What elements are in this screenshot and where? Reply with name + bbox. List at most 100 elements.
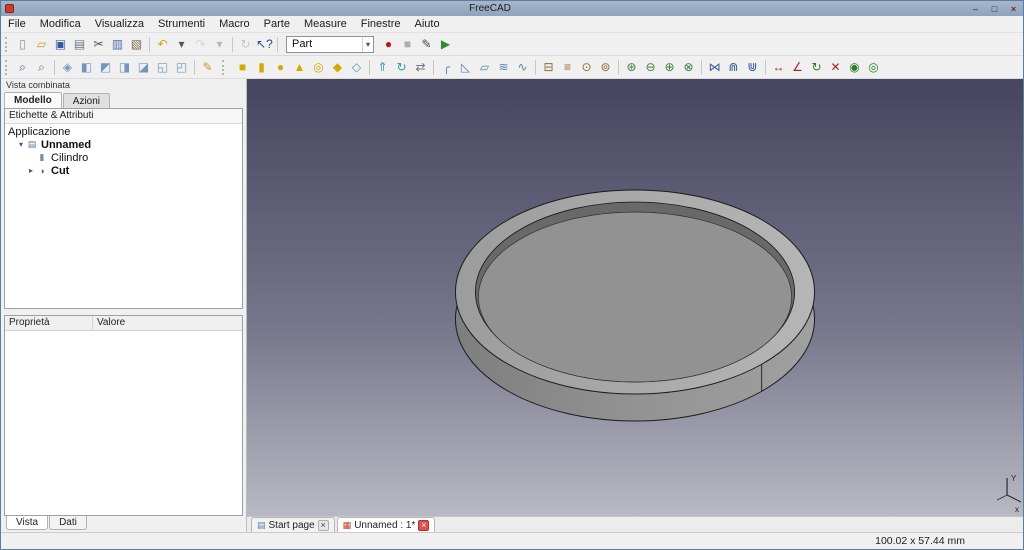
appearance-icon[interactable]: ✎	[198, 58, 217, 77]
menu-item-aiuto[interactable]: Aiuto	[408, 16, 447, 32]
3d-viewport[interactable]: Y x	[247, 79, 1023, 516]
measure-refresh-icon[interactable]: ↻	[807, 58, 826, 77]
tab-dati[interactable]: Dati	[49, 516, 87, 530]
chamfer-icon[interactable]: ◺	[456, 58, 475, 77]
measure-linear-icon[interactable]: ↔	[769, 58, 788, 77]
boolean-icon[interactable]: ⊛	[622, 58, 641, 77]
tree-item-cut[interactable]: ▸ ◑ Cut	[5, 164, 242, 177]
whats-this-icon[interactable]: ↖?	[255, 35, 274, 54]
view-bottom-icon[interactable]: ◱	[153, 58, 172, 77]
mirror-icon[interactable]: ⇄	[411, 58, 430, 77]
property-editor-header: Proprietà Valore	[5, 316, 242, 331]
paste-icon[interactable]: ▧	[127, 35, 146, 54]
view-front-icon[interactable]: ◧	[77, 58, 96, 77]
save-icon[interactable]: ▣	[51, 35, 70, 54]
undo-icon[interactable]: ↶	[153, 35, 172, 54]
property-editor-body[interactable]	[5, 331, 242, 515]
view-rear-icon[interactable]: ◪	[134, 58, 153, 77]
property-name-column-header: Proprietà	[5, 316, 93, 330]
embed-icon[interactable]: ⋒	[724, 58, 743, 77]
copy-icon[interactable]: ▥	[108, 35, 127, 54]
view-right-icon[interactable]: ◨	[115, 58, 134, 77]
redo-arrow-icon[interactable]: ▾	[210, 35, 229, 54]
close-tab-icon[interactable]: ×	[418, 519, 430, 531]
menu-bar: File Modifica Visualizza Strumenti Macro…	[1, 16, 1023, 33]
print-icon[interactable]: ▤	[70, 35, 89, 54]
close-button[interactable]: ×	[1004, 4, 1023, 14]
sweep-icon[interactable]: ∿	[513, 58, 532, 77]
measure-toggle-all-icon[interactable]: ◉	[845, 58, 864, 77]
menu-item-finestre[interactable]: Finestre	[354, 16, 408, 32]
macro-dialog-icon[interactable]: ✎	[417, 35, 436, 54]
shape-builder-icon[interactable]: ◇	[347, 58, 366, 77]
fit-selection-icon[interactable]: ⌕	[32, 58, 51, 77]
maximize-button[interactable]: □	[985, 4, 1004, 14]
union-icon[interactable]: ⊕	[660, 58, 679, 77]
minimize-button[interactable]: –	[966, 4, 985, 14]
create-primitives-icon[interactable]: ◆	[328, 58, 347, 77]
tab-modello[interactable]: Modello	[4, 92, 62, 108]
box-icon[interactable]: ■	[233, 58, 252, 77]
cutout-icon[interactable]: ⋓	[743, 58, 762, 77]
fit-all-icon[interactable]: ⌕	[13, 58, 32, 77]
axis-y-label: Y	[1011, 474, 1017, 483]
3d-model-disc[interactable]	[454, 189, 816, 422]
toolbar-grip[interactable]	[5, 36, 9, 52]
tab-unnamed-document[interactable]: ▦ Unnamed : 1* ×	[336, 517, 436, 532]
revolve-icon[interactable]: ↻	[392, 58, 411, 77]
refresh-icon[interactable]: ↻	[236, 35, 255, 54]
view-left-icon[interactable]: ◰	[172, 58, 191, 77]
menu-item-file[interactable]: File	[1, 16, 33, 32]
cone-icon[interactable]: ▲	[290, 58, 309, 77]
menu-item-strumenti[interactable]: Strumenti	[151, 16, 212, 32]
section-icon[interactable]: ⊟	[539, 58, 558, 77]
menu-item-modifica[interactable]: Modifica	[33, 16, 88, 32]
sphere-icon[interactable]: ●	[271, 58, 290, 77]
thickness-icon[interactable]: ⊚	[596, 58, 615, 77]
view-axonometric-icon[interactable]: ◈	[58, 58, 77, 77]
menu-item-parte[interactable]: Parte	[257, 16, 297, 32]
menu-item-measure[interactable]: Measure	[297, 16, 354, 32]
close-tab-icon[interactable]: ×	[317, 519, 329, 531]
extrude-icon[interactable]: ⇑	[373, 58, 392, 77]
tree-root-applicazione[interactable]: Applicazione	[5, 125, 242, 138]
freecad-logo-icon	[5, 4, 14, 13]
loft-icon[interactable]: ≋	[494, 58, 513, 77]
cut-icon[interactable]: ✂	[89, 35, 108, 54]
toolbar-grip[interactable]	[222, 59, 228, 75]
disc-floor-face[interactable]	[478, 211, 792, 383]
tab-azioni[interactable]: Azioni	[62, 93, 111, 108]
combo-view-panel: Vista combinata Modello Azioni Etichette…	[1, 79, 247, 532]
offset-icon[interactable]: ⊙	[577, 58, 596, 77]
title-bar: FreeCAD – □ ×	[1, 1, 1023, 16]
macro-execute-icon[interactable]: ▶	[436, 35, 455, 54]
cut-boolean-icon[interactable]: ⊖	[641, 58, 660, 77]
tab-vista[interactable]: Vista	[6, 516, 49, 530]
tab-start-page[interactable]: ▤ Start page ×	[251, 517, 335, 532]
intersection-icon[interactable]: ⊗	[679, 58, 698, 77]
expander-closed-icon[interactable]: ▸	[26, 166, 36, 175]
fillet-icon[interactable]: ╭	[437, 58, 456, 77]
expander-open-icon[interactable]: ▾	[16, 140, 26, 149]
toolbar-grip[interactable]	[5, 59, 9, 75]
measure-clear-icon[interactable]: ✕	[826, 58, 845, 77]
tree-item-unnamed[interactable]: ▾ ▤ Unnamed	[5, 138, 242, 151]
connect-icon[interactable]: ⋈	[705, 58, 724, 77]
open-folder-icon[interactable]: ▱	[32, 35, 51, 54]
view-top-icon[interactable]: ◩	[96, 58, 115, 77]
new-file-icon[interactable]: ▯	[13, 35, 32, 54]
tree-item-cilindro[interactable]: ▮ Cilindro	[5, 151, 242, 164]
macro-record-icon[interactable]: ●	[379, 35, 398, 54]
cross-sections-icon[interactable]: ≡	[558, 58, 577, 77]
cylinder-icon[interactable]: ▮	[252, 58, 271, 77]
redo-icon[interactable]: ↷	[191, 35, 210, 54]
workbench-selector[interactable]: Part ▾	[286, 35, 374, 53]
menu-item-macro[interactable]: Macro	[212, 16, 257, 32]
ruled-surface-icon[interactable]: ▱	[475, 58, 494, 77]
measure-angular-icon[interactable]: ∠	[788, 58, 807, 77]
torus-icon[interactable]: ◎	[309, 58, 328, 77]
measure-toggle-3d-icon[interactable]: ◎	[864, 58, 883, 77]
menu-item-visualizza[interactable]: Visualizza	[88, 16, 151, 32]
undo-arrow-icon[interactable]: ▾	[172, 35, 191, 54]
macro-stop-icon[interactable]: ■	[398, 35, 417, 54]
